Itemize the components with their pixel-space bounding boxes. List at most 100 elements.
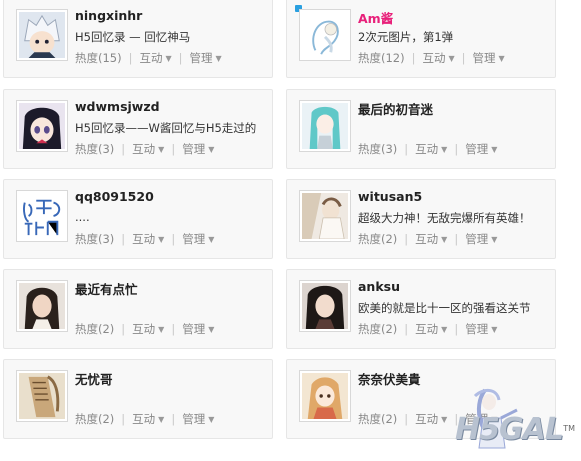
- username[interactable]: ningxinhr: [75, 8, 142, 23]
- heat-count[interactable]: 热度(2): [358, 321, 397, 337]
- manage-menu[interactable]: 管理▼: [182, 141, 214, 157]
- interact-label: 互动: [139, 51, 163, 65]
- interact-menu[interactable]: 互动 ▼: [132, 321, 164, 337]
- manage-menu[interactable]: 管理▼: [465, 231, 497, 247]
- avatar[interactable]: [299, 9, 351, 61]
- interact-label: 互动: [415, 232, 439, 246]
- site-watermark-logo: H5GAL TM: [445, 388, 581, 461]
- manage-menu[interactable]: 管理▼: [190, 50, 222, 66]
- post-title[interactable]: 超级大力神！无敌完爆所有英雄！: [358, 210, 552, 226]
- heat-count[interactable]: 热度(3): [358, 141, 397, 157]
- heat-count[interactable]: 热度(3): [75, 231, 114, 247]
- heat-count[interactable]: 热度(3): [75, 141, 114, 157]
- manage-label: 管理: [465, 322, 489, 336]
- avatar-image: [19, 193, 65, 239]
- heat-count[interactable]: 热度(15): [75, 50, 122, 66]
- interact-menu[interactable]: 互动 ▼: [415, 231, 447, 247]
- caret-down-icon: ▼: [208, 235, 215, 244]
- action-bar: 热度(3) | 互动 ▼ | 管理 ▼: [75, 141, 214, 157]
- post-title[interactable]: 欧美的就是比十一区的强看这关节: [358, 300, 552, 316]
- caret-down-icon: ▼: [158, 325, 165, 334]
- username[interactable]: 奈奈伏美貴: [358, 369, 421, 388]
- caret-down-icon: ▼: [158, 235, 165, 244]
- username[interactable]: 最后的初音迷: [358, 99, 433, 118]
- post-title[interactable]: 2次元图片，第1弹: [358, 29, 552, 45]
- manage-menu[interactable]: 管理▼: [465, 321, 497, 337]
- manage-menu[interactable]: 管理▼: [473, 50, 505, 66]
- username[interactable]: 最近有点忙: [75, 279, 138, 298]
- manage-label: 管理: [182, 322, 206, 336]
- heat-count[interactable]: 热度(2): [75, 411, 114, 427]
- post-title[interactable]: H5回忆录 — 回忆神马: [75, 29, 269, 45]
- avatar-image: [302, 12, 348, 58]
- manage-menu[interactable]: 管理▼: [182, 231, 214, 247]
- interact-menu[interactable]: 互动 ▼: [139, 50, 171, 66]
- avatar[interactable]: [299, 190, 351, 242]
- heat-count[interactable]: 热度(2): [358, 411, 397, 427]
- caret-down-icon: ▼: [491, 235, 498, 244]
- avatar[interactable]: [299, 370, 351, 422]
- user-card: wdwmsjwzd H5回忆录——W酱回忆与H5走过的 热度(3) | 互动 ▼ | 管理…: [3, 89, 273, 169]
- username[interactable]: Am酱: [358, 8, 393, 27]
- interact-menu[interactable]: 互动 ▼: [422, 50, 454, 66]
- avatar[interactable]: [16, 370, 68, 422]
- user-card: Am酱 2次元图片，第1弹 热度(12) | 互动 ▼ | 管理 ▼: [286, 0, 556, 78]
- username[interactable]: anksu: [358, 279, 400, 294]
- divider: |: [171, 322, 176, 336]
- avatar[interactable]: [299, 100, 351, 152]
- username[interactable]: qq8091520: [75, 189, 154, 204]
- caret-down-icon: ▼: [158, 415, 165, 424]
- interact-menu[interactable]: 互动 ▼: [132, 411, 164, 427]
- interact-label: 互动: [422, 51, 446, 65]
- interact-menu[interactable]: 互动 ▼: [132, 141, 164, 157]
- avatar[interactable]: [16, 190, 68, 242]
- heat-count[interactable]: 热度(2): [358, 231, 397, 247]
- avatar[interactable]: [299, 280, 351, 332]
- manage-menu[interactable]: 管理▼: [182, 321, 214, 337]
- manage-menu[interactable]: 管理▼: [182, 411, 214, 427]
- divider: |: [404, 322, 409, 336]
- manage-menu[interactable]: 管理▼: [465, 141, 497, 157]
- divider: |: [178, 51, 183, 65]
- divider: |: [121, 142, 126, 156]
- manage-label: 管理: [472, 51, 496, 65]
- avatar-image: [302, 283, 348, 329]
- avatar-image: [302, 373, 348, 419]
- username[interactable]: wdwmsjwzd: [75, 99, 160, 114]
- avatar[interactable]: [16, 280, 68, 332]
- interact-menu[interactable]: 互动 ▼: [415, 411, 447, 427]
- interact-menu[interactable]: 互动 ▼: [415, 321, 447, 337]
- user-card: 最后的初音迷 热度(3) | 互动 ▼ | 管理 ▼: [286, 89, 556, 169]
- avatar[interactable]: [16, 100, 68, 152]
- post-title[interactable]: ....: [75, 210, 269, 224]
- username[interactable]: witusan5: [358, 189, 422, 204]
- caret-down-icon: ▼: [491, 325, 498, 334]
- heat-count[interactable]: 热度(2): [75, 321, 114, 337]
- caret-down-icon: ▼: [215, 54, 222, 63]
- username[interactable]: 无忧哥: [75, 369, 113, 388]
- caret-down-icon: ▼: [208, 325, 215, 334]
- divider: |: [461, 51, 466, 65]
- divider: |: [121, 322, 126, 336]
- divider: |: [411, 51, 416, 65]
- action-bar: 热度(15) | 互动 ▼ | 管理 ▼: [75, 50, 222, 66]
- avatar-image: [19, 103, 65, 149]
- avatar-image: [19, 373, 65, 419]
- interact-label: 互动: [132, 232, 156, 246]
- heat-count[interactable]: 热度(12): [358, 50, 405, 66]
- caret-down-icon: ▼: [441, 325, 448, 334]
- watermark-tm: TM: [563, 424, 575, 433]
- caret-down-icon: ▼: [208, 415, 215, 424]
- interact-menu[interactable]: 互动 ▼: [132, 231, 164, 247]
- post-title[interactable]: H5回忆录——W酱回忆与H5走过的: [75, 120, 269, 136]
- caret-down-icon: ▼: [165, 54, 172, 63]
- avatar[interactable]: [16, 9, 68, 61]
- divider: |: [404, 232, 409, 246]
- divider: |: [171, 142, 176, 156]
- interact-label: 互动: [132, 322, 156, 336]
- action-bar: 热度(3) | 互动 ▼ | 管理 ▼: [75, 231, 214, 247]
- manage-label: 管理: [182, 232, 206, 246]
- user-card: 最近有点忙 热度(2) | 互动 ▼ | 管理 ▼: [3, 269, 273, 349]
- interact-menu[interactable]: 互动 ▼: [415, 141, 447, 157]
- action-bar: 热度(2)|互动▼|管理▼: [75, 411, 214, 427]
